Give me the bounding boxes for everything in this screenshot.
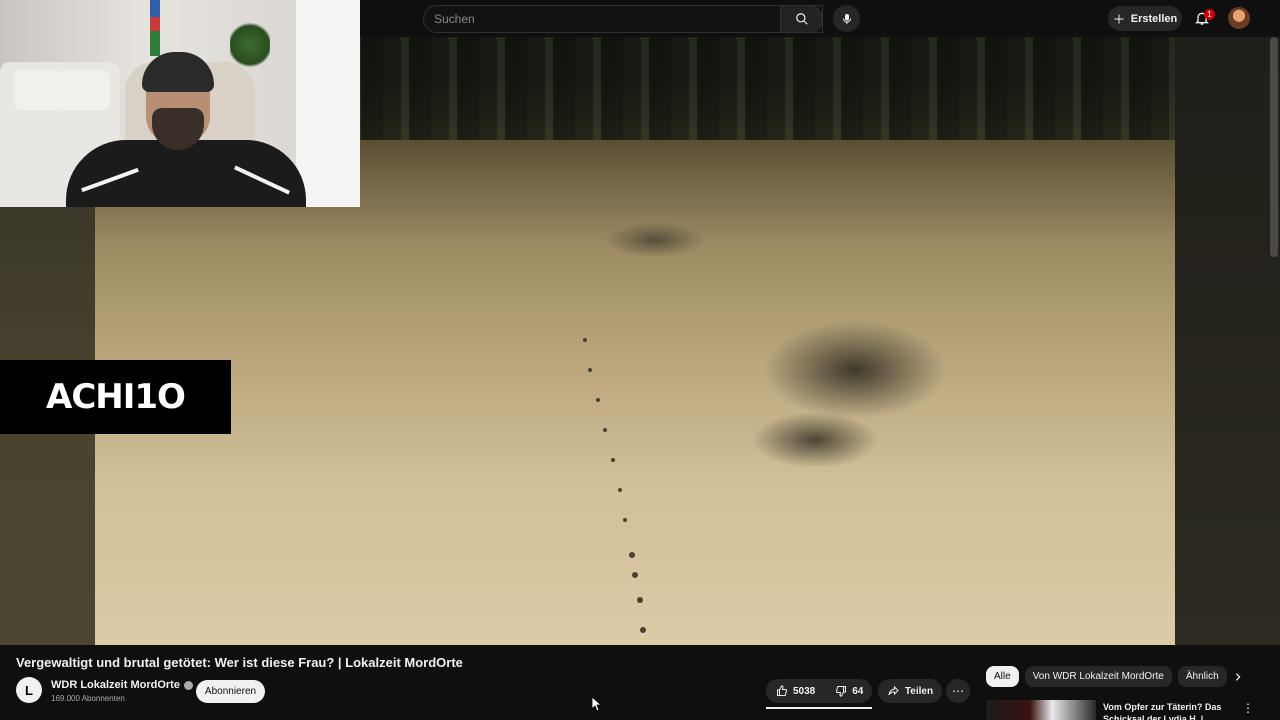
subscriber-count: 169.000 Abonnenten: [51, 694, 125, 703]
like-dislike-group: 5038 64: [766, 679, 872, 703]
dislike-button[interactable]: 64: [825, 679, 873, 703]
avatar[interactable]: [1228, 7, 1250, 29]
webcam-cushion: [14, 70, 64, 110]
chevron-right-icon: [1235, 673, 1241, 681]
voice-search-button[interactable]: [833, 5, 860, 32]
youtube-watch-page: ACHI1O Suchen Erstellen 1 Vergewaltigt u…: [0, 0, 1280, 720]
channel-watermark-logo: ACHI1O: [0, 360, 231, 434]
chip-related[interactable]: Ähnlich: [1177, 666, 1227, 687]
like-ratio-bar: [766, 707, 872, 709]
channel-name-link[interactable]: WDR Lokalzeit MordOrte: [51, 679, 193, 691]
recommendation-thumbnail[interactable]: [986, 700, 1096, 720]
channel-avatar-initial: L: [25, 682, 33, 698]
create-button[interactable]: Erstellen: [1108, 6, 1182, 31]
create-label: Erstellen: [1130, 12, 1178, 25]
share-icon: [888, 685, 899, 696]
recommendation-menu-button[interactable]: ⋮: [1242, 701, 1254, 715]
chips-next-button[interactable]: [1230, 669, 1246, 685]
like-count: 5038: [793, 685, 816, 697]
search-button[interactable]: [780, 5, 823, 33]
webcam-flag: [150, 0, 160, 56]
search-placeholder: Suchen: [434, 12, 475, 26]
recommendation-chips: Alle Von WDR Lokalzeit MordOrte Ähnlich: [986, 666, 1227, 687]
page-scrollbar[interactable]: [1270, 37, 1278, 257]
webcam-plant: [230, 20, 270, 70]
mic-icon: [842, 13, 851, 24]
thumbs-up-icon: [777, 685, 788, 696]
video-info: Vergewaltigt und brutal getötet: Wer ist…: [0, 645, 1280, 720]
more-actions-button[interactable]: ⋯: [946, 679, 970, 703]
search-input[interactable]: Suchen: [423, 5, 823, 33]
webcam-overlay: [0, 0, 360, 207]
subscribe-button[interactable]: Abonnieren: [196, 680, 265, 703]
notification-badge: 1: [1204, 9, 1215, 20]
chip-all[interactable]: Alle: [986, 666, 1019, 687]
thumbs-down-icon: [836, 686, 847, 697]
plus-icon: [1114, 14, 1124, 23]
recommendation-title[interactable]: Vom Opfer zur Täterin? Das Schicksal der…: [1103, 701, 1228, 720]
video-letterbox-right: [1175, 37, 1280, 645]
channel-name: WDR Lokalzeit MordOrte: [51, 679, 180, 691]
dislike-count: 64: [852, 685, 864, 697]
share-label: Teilen: [904, 685, 934, 697]
top-bar: Suchen Erstellen 1: [360, 0, 1280, 37]
mouse-cursor-icon: [592, 697, 602, 711]
chip-from-channel[interactable]: Von WDR Lokalzeit MordOrte: [1024, 666, 1172, 687]
channel-avatar[interactable]: L: [16, 677, 42, 703]
verified-icon: [183, 680, 193, 690]
video-title: Vergewaltigt und brutal getötet: Wer ist…: [16, 655, 463, 670]
like-button[interactable]: 5038: [766, 679, 825, 703]
webcam-person-body: [66, 140, 306, 207]
search-icon: [795, 13, 808, 25]
watermark-text: ACHI1O: [46, 377, 186, 417]
webcam-person-hat: [142, 52, 214, 92]
share-button[interactable]: Teilen: [878, 679, 942, 703]
webcam-cushion: [60, 70, 110, 110]
